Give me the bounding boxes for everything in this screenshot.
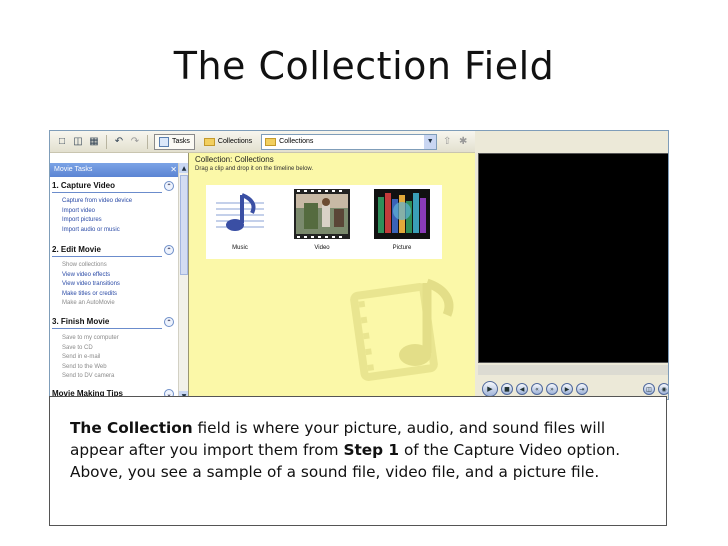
folder-icon (203, 137, 215, 146)
link-make-titles-or-credits[interactable]: Make titles or credits (62, 290, 120, 300)
link-view-video-transitions[interactable]: View video transitions (62, 280, 120, 290)
scrollbar-thumb[interactable] (180, 175, 188, 275)
undo-icon[interactable]: ↶ (113, 136, 125, 148)
item-caption: Video (314, 245, 330, 251)
open-project-icon[interactable]: ◫ (72, 136, 84, 148)
previous-frame-icon[interactable]: ◀ (516, 383, 528, 395)
collection-item-picture[interactable]: Picture (372, 189, 432, 255)
edit-movie-links: Show collections View video effects View… (62, 261, 120, 309)
forward-icon[interactable]: » (546, 383, 558, 395)
seek-bar[interactable] (478, 365, 668, 375)
link-capture-from-video-device[interactable]: Capture from video device (62, 197, 132, 207)
collections-dropdown-value: Collections (279, 138, 314, 145)
task-pane-scrollbar[interactable]: ▲ ▼ (178, 163, 189, 399)
collection-title: Collection: Collections (195, 155, 274, 164)
collection-watermark-icon (350, 278, 454, 381)
tasks-icon (159, 136, 169, 147)
link-send-to-web[interactable]: Send to the Web (62, 363, 119, 373)
movie-tasks-pane: Movie Tasks ✕ 1. Capture Video ⌃ Capture… (50, 153, 189, 399)
stop-icon[interactable]: ■ (501, 383, 513, 395)
caption-text: The Collection field is where your pictu… (70, 417, 655, 483)
collections-label: Collections (217, 138, 253, 145)
chevron-up-icon[interactable]: ⌃ (164, 245, 174, 255)
redo-icon[interactable]: ↷ (129, 136, 141, 148)
section-divider (52, 256, 162, 257)
item-caption: Music (232, 245, 248, 251)
split-clip-icon[interactable]: ◫ (643, 383, 655, 395)
picture-icon (374, 189, 430, 239)
chevron-up-icon[interactable]: ⌃ (164, 317, 174, 327)
link-make-an-automovie[interactable]: Make an AutoMovie (62, 299, 120, 309)
collection-items: Music Video Picture (206, 185, 442, 259)
section-title: 2. Edit Movie (52, 245, 101, 254)
section-finish-movie[interactable]: 3. Finish Movie ⌃ (52, 317, 174, 329)
section-edit-movie[interactable]: 2. Edit Movie ⌃ (52, 245, 174, 257)
item-caption: Picture (392, 245, 412, 251)
chevron-up-icon[interactable]: ⌃ (164, 181, 174, 191)
chevron-down-icon[interactable]: ▼ (424, 134, 437, 149)
collection-item-video[interactable]: Video (292, 189, 352, 255)
capture-video-links: Capture from video device Import video I… (62, 197, 132, 235)
link-send-to-dv-camera[interactable]: Send to DV camera (62, 372, 119, 382)
movie-tasks-header: Movie Tasks ✕ (50, 163, 178, 177)
preview-screen[interactable] (478, 153, 668, 363)
next-frame-icon[interactable]: ▶ (561, 383, 573, 395)
link-import-audio-or-music[interactable]: Import audio or music (62, 226, 132, 236)
new-collection-icon[interactable]: ✱ (457, 136, 469, 148)
new-project-icon[interactable]: □ (56, 136, 68, 148)
folder-icon (265, 137, 277, 146)
link-save-to-my-computer[interactable]: Save to my computer (62, 334, 119, 344)
collection-pane: Collection: Collections Drag a clip and … (188, 153, 475, 399)
save-project-icon[interactable]: ▦ (88, 136, 100, 148)
toolbar-separator (147, 134, 148, 149)
section-title: 3. Finish Movie (52, 317, 110, 326)
close-icon[interactable]: ✕ (170, 163, 177, 177)
section-divider (52, 328, 162, 329)
section-divider (52, 192, 162, 193)
movie-maker-window: □ ◫ ▦ ↶ ↷ Tasks Collections Collections … (49, 130, 669, 400)
preview-monitor: ▶ ■ ◀ « » ▶ ⇥ ◫ ◉ (475, 131, 668, 399)
link-import-pictures[interactable]: Import pictures (62, 216, 132, 226)
music-note-icon (212, 189, 268, 239)
toolbar-separator (106, 134, 107, 149)
folder-up-icon[interactable]: ⇧ (441, 136, 453, 148)
section-capture-video[interactable]: 1. Capture Video ⌃ (52, 181, 174, 193)
link-send-in-email[interactable]: Send in e-mail (62, 353, 119, 363)
collection-item-music[interactable]: Music (210, 189, 270, 255)
video-clip-icon (294, 189, 350, 239)
caption-bold-step: Step 1 (343, 441, 400, 459)
collections-button[interactable]: Collections (199, 134, 257, 150)
finish-movie-links: Save to my computer Save to CD Send in e… (62, 334, 119, 382)
tasks-label: Tasks (172, 138, 190, 145)
tasks-button[interactable]: Tasks (154, 133, 195, 150)
collection-subtitle: Drag a clip and drop it on the timeline … (195, 166, 314, 172)
play-icon[interactable]: ▶ (482, 381, 498, 397)
caption-box: The Collection field is where your pictu… (49, 396, 667, 526)
section-title: 1. Capture Video (52, 181, 115, 190)
end-icon[interactable]: ⇥ (576, 383, 588, 395)
snapshot-icon[interactable]: ◉ (658, 383, 668, 395)
link-view-video-effects[interactable]: View video effects (62, 271, 120, 281)
back-icon[interactable]: « (531, 383, 543, 395)
slide-title: The Collection Field (173, 44, 555, 88)
movie-tasks-title: Movie Tasks (54, 166, 93, 173)
link-show-collections[interactable]: Show collections (62, 261, 120, 271)
collections-dropdown[interactable]: Collections ▼ (261, 133, 438, 150)
caption-bold-term: The Collection (70, 419, 193, 437)
link-save-to-cd[interactable]: Save to CD (62, 344, 119, 354)
link-import-video[interactable]: Import video (62, 207, 132, 217)
